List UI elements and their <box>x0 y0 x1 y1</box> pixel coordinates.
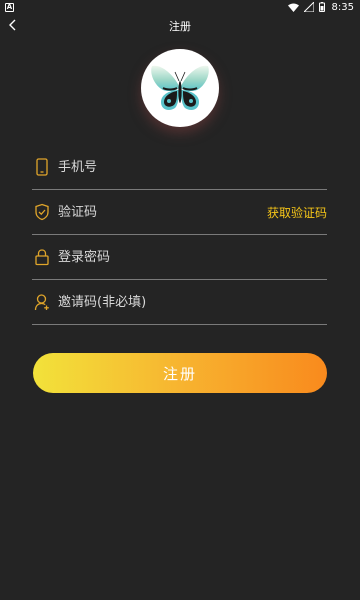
status-left: A <box>5 2 14 12</box>
invite-code-input[interactable] <box>58 280 278 324</box>
page-title: 注册 <box>169 20 191 33</box>
phone-field <box>32 145 327 190</box>
invite-code-field <box>32 280 327 325</box>
nav-bar: 注册 <box>0 14 360 36</box>
status-time: 8:35 <box>331 1 354 13</box>
phone-input[interactable] <box>58 145 278 189</box>
notification-badge-icon: A <box>5 2 14 12</box>
shield-check-icon <box>35 203 49 221</box>
code-field: 获取验证码 <box>32 190 327 235</box>
code-input[interactable] <box>58 190 258 234</box>
status-bar: A 8:35 <box>0 0 360 14</box>
wifi-icon <box>287 3 299 12</box>
password-field <box>32 235 327 280</box>
get-code-button[interactable]: 获取验证码 <box>267 204 327 221</box>
lock-icon <box>35 249 49 266</box>
password-input[interactable] <box>58 235 278 279</box>
butterfly-logo-icon <box>151 65 209 110</box>
battery-icon <box>318 2 325 12</box>
signal-icon <box>303 2 314 12</box>
app-logo <box>141 49 219 127</box>
register-button[interactable]: 注册 <box>33 353 327 393</box>
status-right: 8:35 <box>287 1 354 13</box>
phone-icon <box>36 158 48 176</box>
user-plus-icon <box>34 294 49 311</box>
